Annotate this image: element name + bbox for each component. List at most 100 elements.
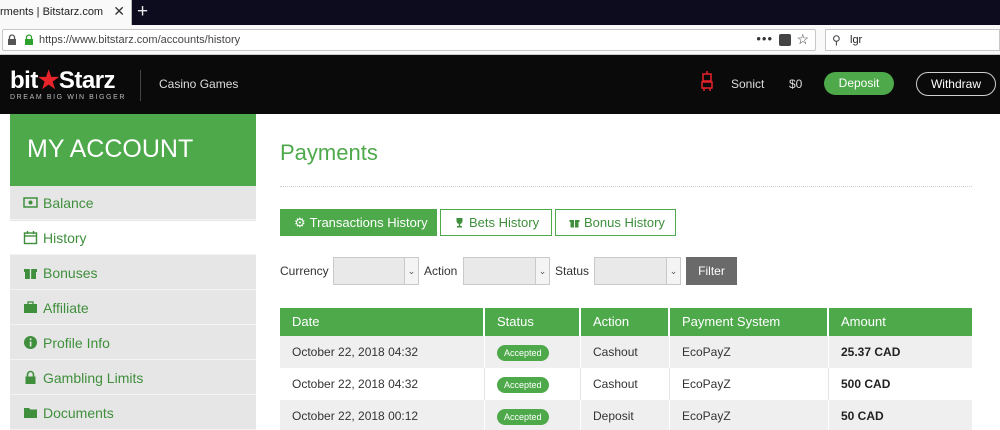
cell-payment-system: EcoPayZ — [670, 400, 829, 430]
search-icon: ⚲ — [832, 33, 841, 47]
table-row: October 22, 2018 04:32 Accepted Cashout … — [280, 368, 972, 400]
secure-lock-icon — [25, 34, 33, 45]
sidebar-item-label: Bonuses — [43, 265, 98, 281]
table-row: October 22, 2018 04:32 Accepted Cashout … — [280, 336, 972, 368]
status-select[interactable]: ⌄ — [594, 257, 681, 285]
cell-action: Cashout — [581, 368, 670, 400]
status-badge: Accepted — [497, 408, 549, 425]
sidebar-item-gambling-limits[interactable]: Gambling Limits — [10, 361, 256, 395]
sidebar-item-label: Documents — [43, 405, 114, 421]
currency-label: Currency — [280, 264, 329, 278]
lock-icon — [8, 34, 16, 45]
sidebar-item-history[interactable]: History — [10, 221, 256, 255]
chevron-down-icon: ⌄ — [535, 258, 549, 284]
pocket-icon[interactable] — [779, 34, 791, 46]
deposit-button[interactable]: Deposit — [824, 72, 894, 95]
folder-icon — [24, 408, 37, 418]
sidebar-item-documents[interactable]: Documents — [10, 396, 256, 430]
chevron-down-icon: ⌄ — [666, 258, 680, 284]
sidebar-item-label: Balance — [43, 195, 94, 211]
status-label: Status — [555, 264, 590, 278]
tab-bets-history[interactable]: Bets History — [440, 209, 552, 236]
main-content: Payments ⚙ Transactions History Bets Hist… — [256, 114, 1000, 430]
cell-amount: 50 CAD — [841, 409, 884, 423]
bookmark-star-icon[interactable]: ☆ — [796, 31, 809, 48]
tab-label: Bonus History — [584, 215, 665, 230]
close-icon[interactable]: ✕ — [113, 4, 125, 18]
site-header: bit★Starz DREAM BIG WIN BIGGER Casino Ga… — [0, 55, 1000, 114]
trophy-icon — [456, 218, 463, 228]
sidebar-item-label: Gambling Limits — [43, 370, 144, 386]
status-badge: Accepted — [497, 344, 549, 361]
new-tab-button[interactable]: + — [137, 1, 148, 23]
cell-action: Cashout — [581, 336, 670, 368]
sidebar-title: MY ACCOUNT — [10, 114, 256, 186]
tab-label: Transactions History — [309, 215, 428, 230]
sidebar-item-label: Profile Info — [43, 335, 110, 351]
cell-payment-system: EcoPayZ — [670, 368, 829, 400]
chevron-down-icon: ⌄ — [404, 258, 418, 284]
page-title: Payments — [280, 140, 378, 165]
gift-icon — [24, 269, 37, 279]
column-header-payment-system[interactable]: Payment System — [670, 308, 829, 336]
cell-date: October 22, 2018 00:12 — [280, 400, 485, 430]
nav-casino-games[interactable]: Casino Games — [159, 77, 238, 91]
browser-tab[interactable]: rments | Bitstarz.com ✕ — [0, 0, 132, 25]
browser-nav-bar: https://www.bitstarz.com/accounts/histor… — [0, 25, 1000, 55]
action-select[interactable]: ⌄ — [463, 257, 550, 285]
cell-date: October 22, 2018 04:32 — [280, 336, 485, 368]
robot-avatar-icon[interactable] — [700, 71, 714, 91]
table-row: October 22, 2018 00:12 Accepted Deposit … — [280, 400, 972, 430]
search-bar[interactable]: ⚲ lgr — [825, 29, 1000, 51]
browser-tab-title: rments | Bitstarz.com — [0, 6, 104, 18]
status-badge: Accepted — [497, 376, 549, 393]
action-label: Action — [424, 264, 458, 278]
cell-date: October 22, 2018 04:32 — [280, 368, 485, 400]
header-divider — [140, 70, 141, 101]
cell-status: Accepted — [485, 400, 581, 430]
cell-amount: 25.37 CAD — [841, 345, 901, 359]
column-header-amount[interactable]: Amount — [829, 308, 972, 336]
cell-action: Deposit — [581, 400, 670, 430]
browser-tab-bar: rments | Bitstarz.com ✕ + — [0, 0, 1000, 25]
tab-bonus-history[interactable]: Bonus History — [555, 209, 676, 236]
logo-tagline: DREAM BIG WIN BIGGER — [10, 94, 127, 101]
bitstarz-logo[interactable]: bit★Starz — [10, 66, 116, 95]
column-header-date[interactable]: Date — [280, 308, 485, 336]
column-header-action[interactable]: Action — [581, 308, 670, 336]
sidebar-item-bonuses[interactable]: Bonuses — [10, 256, 256, 290]
sidebar-item-affiliate[interactable]: Affiliate — [10, 291, 256, 325]
lock-icon — [25, 370, 36, 384]
currency-select[interactable]: ⌄ — [333, 257, 419, 285]
sidebar-item-label: History — [43, 230, 87, 246]
briefcase-icon — [24, 301, 37, 313]
balance-amount: $0 — [789, 77, 803, 91]
sidebar-item-profile-info[interactable]: Profile Info — [10, 326, 256, 360]
column-header-status[interactable]: Status — [485, 308, 581, 336]
filter-button[interactable]: Filter — [686, 257, 737, 285]
gear-icon: ⚙ — [294, 215, 306, 230]
money-icon — [23, 197, 38, 208]
sidebar-item-label: Affiliate — [43, 300, 89, 316]
tab-transactions-history[interactable]: ⚙ Transactions History — [280, 209, 437, 236]
logo-bit: bit — [10, 67, 38, 94]
info-icon — [24, 336, 37, 349]
logo-star-icon: ★ — [37, 67, 60, 94]
calendar-icon — [23, 231, 38, 245]
username[interactable]: Sonict — [731, 77, 764, 91]
sidebar-item-balance[interactable]: Balance — [10, 186, 256, 220]
url-text: https://www.bitstarz.com/accounts/histor… — [39, 34, 241, 46]
account-sidebar: MY ACCOUNT Balance History Bonuses Affil… — [10, 114, 256, 430]
cell-amount: 500 CAD — [841, 377, 891, 391]
gift-icon — [569, 220, 580, 228]
cell-status: Accepted — [485, 336, 581, 368]
cell-status: Accepted — [485, 368, 581, 400]
search-input[interactable]: lgr — [850, 34, 862, 46]
url-bar[interactable]: https://www.bitstarz.com/accounts/histor… — [2, 29, 816, 51]
cell-payment-system: EcoPayZ — [670, 336, 829, 368]
tab-label: Bets History — [469, 215, 540, 230]
logo-starz: Starz — [58, 67, 116, 94]
withdraw-button[interactable]: Withdraw — [916, 72, 996, 96]
title-divider — [280, 186, 972, 187]
page-actions-icon[interactable]: ••• — [756, 31, 773, 46]
